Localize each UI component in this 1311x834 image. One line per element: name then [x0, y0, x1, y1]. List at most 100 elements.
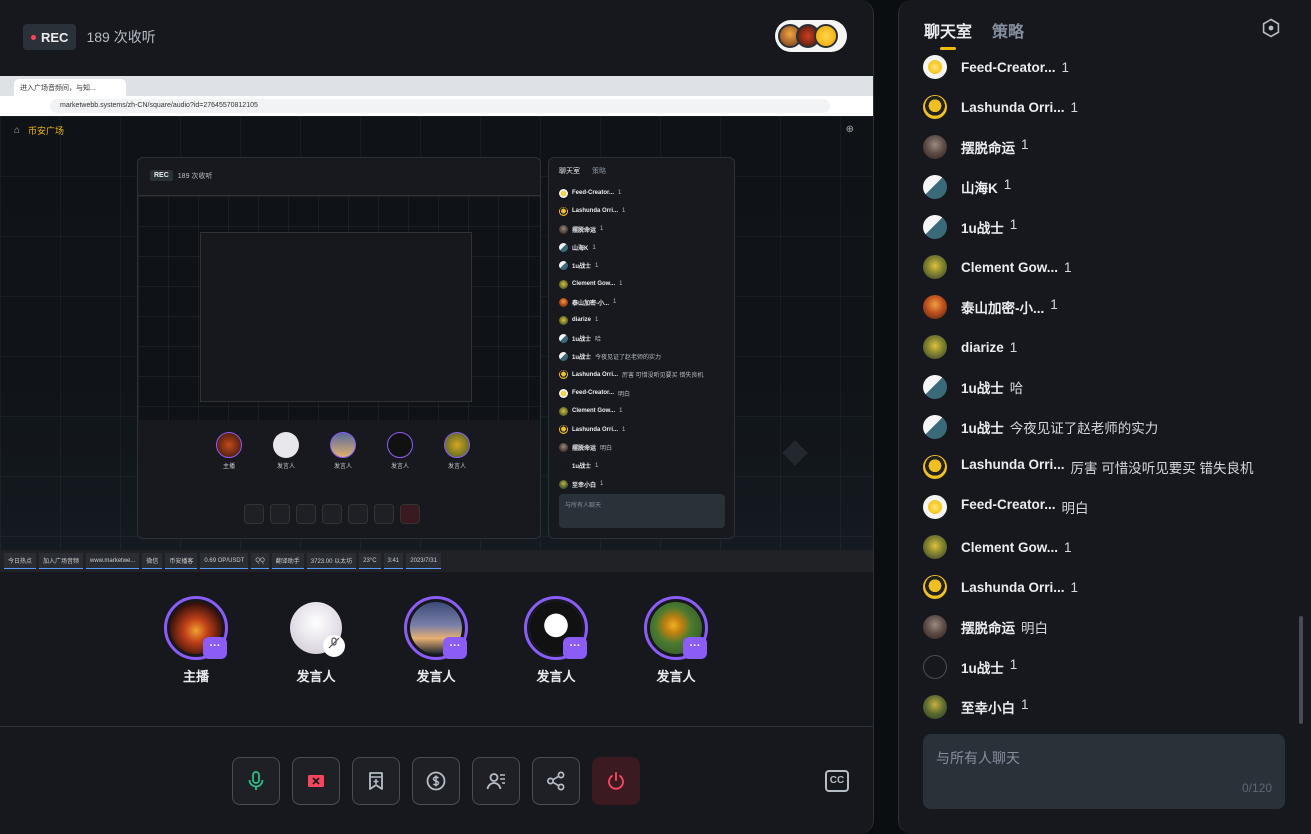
message-author[interactable]: 摆脱命运 [961, 137, 1015, 157]
more-icon[interactable]: ··· [563, 637, 587, 659]
power-icon [608, 772, 624, 790]
taskbar-item: 币安播客 [165, 553, 198, 569]
avatar[interactable] [923, 615, 947, 639]
nested-header: REC 189 次收听 [150, 170, 212, 181]
stop-share-button[interactable] [292, 757, 340, 805]
tab-strategy[interactable]: 策略 [992, 18, 1024, 50]
message-author[interactable]: 1u战士 [961, 417, 1004, 437]
message-text: 1 [1064, 259, 1072, 275]
message-author[interactable]: 至幸小白 [961, 697, 1015, 717]
speaker-host[interactable]: ··· 主播 [164, 596, 228, 685]
message-text: 明白 [1061, 501, 1089, 516]
more-icon[interactable]: ··· [203, 637, 227, 659]
avatar[interactable] [923, 175, 947, 199]
message-author[interactable]: Feed-Creator... [961, 497, 1056, 517]
avatar[interactable] [923, 255, 947, 279]
participants-button[interactable] [472, 757, 520, 805]
nested-chat-message: 摆脱命运 1 [559, 220, 724, 238]
message-author[interactable]: Lashunda Orri... [961, 580, 1065, 595]
listener-count: 189 次收听 [86, 29, 156, 45]
nested-chat-message: Clement Gow... 1 [559, 275, 724, 293]
message-author[interactable]: 1u战士 [961, 217, 1004, 237]
avatar[interactable] [923, 135, 947, 159]
chat-input-box[interactable]: 0/120 [923, 734, 1285, 809]
avatar[interactable]: ··· [404, 596, 468, 660]
speaker-guest[interactable]: 发言人 [284, 596, 348, 685]
chat-input[interactable] [923, 734, 1285, 809]
message-author[interactable]: Clement Gow... [961, 260, 1058, 275]
avatar[interactable] [923, 695, 947, 719]
taskbar-item: www.marketwe... [86, 553, 140, 569]
speaker-guest[interactable]: ··· 发言人 [644, 596, 708, 685]
avatar[interactable]: ··· [524, 596, 588, 660]
nested-chat-message: Lashunda Orri... 1 [559, 202, 724, 220]
avatar[interactable] [923, 495, 947, 519]
nested-screen-share [138, 195, 540, 420]
avatar[interactable] [923, 655, 947, 679]
chat-message: Lashunda Orri... 厉害 可惜没听见要买 错失良机 [923, 447, 1293, 487]
listener-avatars[interactable] [775, 20, 847, 52]
captions-button[interactable]: CC [825, 770, 849, 792]
avatar[interactable]: ··· [164, 596, 228, 660]
bookmark-button[interactable] [352, 757, 400, 805]
avatar[interactable]: ··· [644, 596, 708, 660]
speaker-guest[interactable]: ··· 发言人 [524, 596, 588, 685]
mic-icon [248, 771, 264, 790]
message-author[interactable]: 摆脱命运 [961, 617, 1015, 637]
chat-message: 摆脱命运 明白 [923, 607, 1293, 647]
message-text: 1 [1003, 177, 1012, 192]
message-author[interactable]: Clement Gow... [961, 540, 1058, 555]
nested-room-panel: REC 189 次收听 主播 发言人 发言人 发言人 发言人 [137, 157, 541, 539]
message-author[interactable]: diarize [961, 340, 1004, 355]
avatar[interactable] [923, 295, 947, 319]
avatar[interactable] [923, 575, 947, 599]
avatar[interactable] [284, 596, 348, 660]
chat-message: 1u战士 1 [923, 207, 1293, 247]
message-text: 1 [1021, 137, 1029, 152]
address-field: marketwebb.systems/zh-CN/square/audio?id… [50, 99, 830, 113]
avatar[interactable] [923, 55, 947, 79]
nested-message-list: Feed-Creator... 1 Lashunda Orri... 1 摆脱命运 1 山海… [559, 184, 724, 493]
more-icon[interactable]: ··· [443, 637, 467, 659]
tip-button[interactable] [412, 757, 460, 805]
nested-tab-chat: 聊天室 [559, 168, 580, 175]
message-author[interactable]: 1u战士 [961, 377, 1004, 397]
speaker-label: 发言人 [536, 669, 576, 684]
speaker-guest[interactable]: ··· 发言人 [404, 596, 468, 685]
speaker-label: 主播 [182, 669, 209, 684]
message-author[interactable]: Feed-Creator... [961, 60, 1056, 75]
nested-chat-message: 至幸小白 1 [559, 475, 724, 493]
avatar[interactable] [923, 95, 947, 119]
message-author[interactable]: 泰山加密-小... [961, 297, 1044, 317]
message-author[interactable]: 1u战士 [961, 657, 1004, 677]
avatar[interactable] [923, 415, 947, 439]
message-text: 明白 [1021, 621, 1048, 636]
speaker-row: ··· 主播 发言人 ··· 发言人 ··· 发言人 ··· 发言人 [164, 596, 708, 685]
mic-button[interactable] [232, 757, 280, 805]
control-bar [232, 757, 640, 805]
nested-chat-message: Feed-Creator... 1 [559, 184, 724, 202]
message-author[interactable]: Lashunda Orri... [961, 457, 1065, 477]
avatar[interactable] [923, 335, 947, 359]
more-icon[interactable]: ··· [683, 637, 707, 659]
taskbar-item: 23°C [359, 553, 381, 569]
avatar[interactable] [923, 535, 947, 559]
avatar[interactable] [923, 375, 947, 399]
leave-button[interactable] [592, 757, 640, 805]
tab-chat-room[interactable]: 聊天室 [924, 18, 972, 50]
nested-inner-panel [200, 232, 472, 402]
avatar[interactable] [923, 215, 947, 239]
message-author[interactable]: Lashunda Orri... [961, 100, 1065, 115]
shared-page-nav: ⌂ 币安广场 [14, 124, 64, 137]
message-text: 1 [1064, 539, 1072, 555]
message-author[interactable]: 山海K [961, 177, 998, 197]
chat-message: Feed-Creator... 明白 [923, 487, 1293, 527]
settings-icon[interactable] [1261, 18, 1281, 38]
share-button[interactable] [532, 757, 580, 805]
message-text: 1 [1061, 59, 1070, 75]
chat-message: 山海K 1 [923, 167, 1293, 207]
chat-scrollbar[interactable] [1299, 616, 1303, 724]
share-icon [547, 771, 565, 791]
message-text: 今夜见证了赵老师的实力 [1009, 421, 1159, 436]
avatar[interactable] [923, 455, 947, 479]
